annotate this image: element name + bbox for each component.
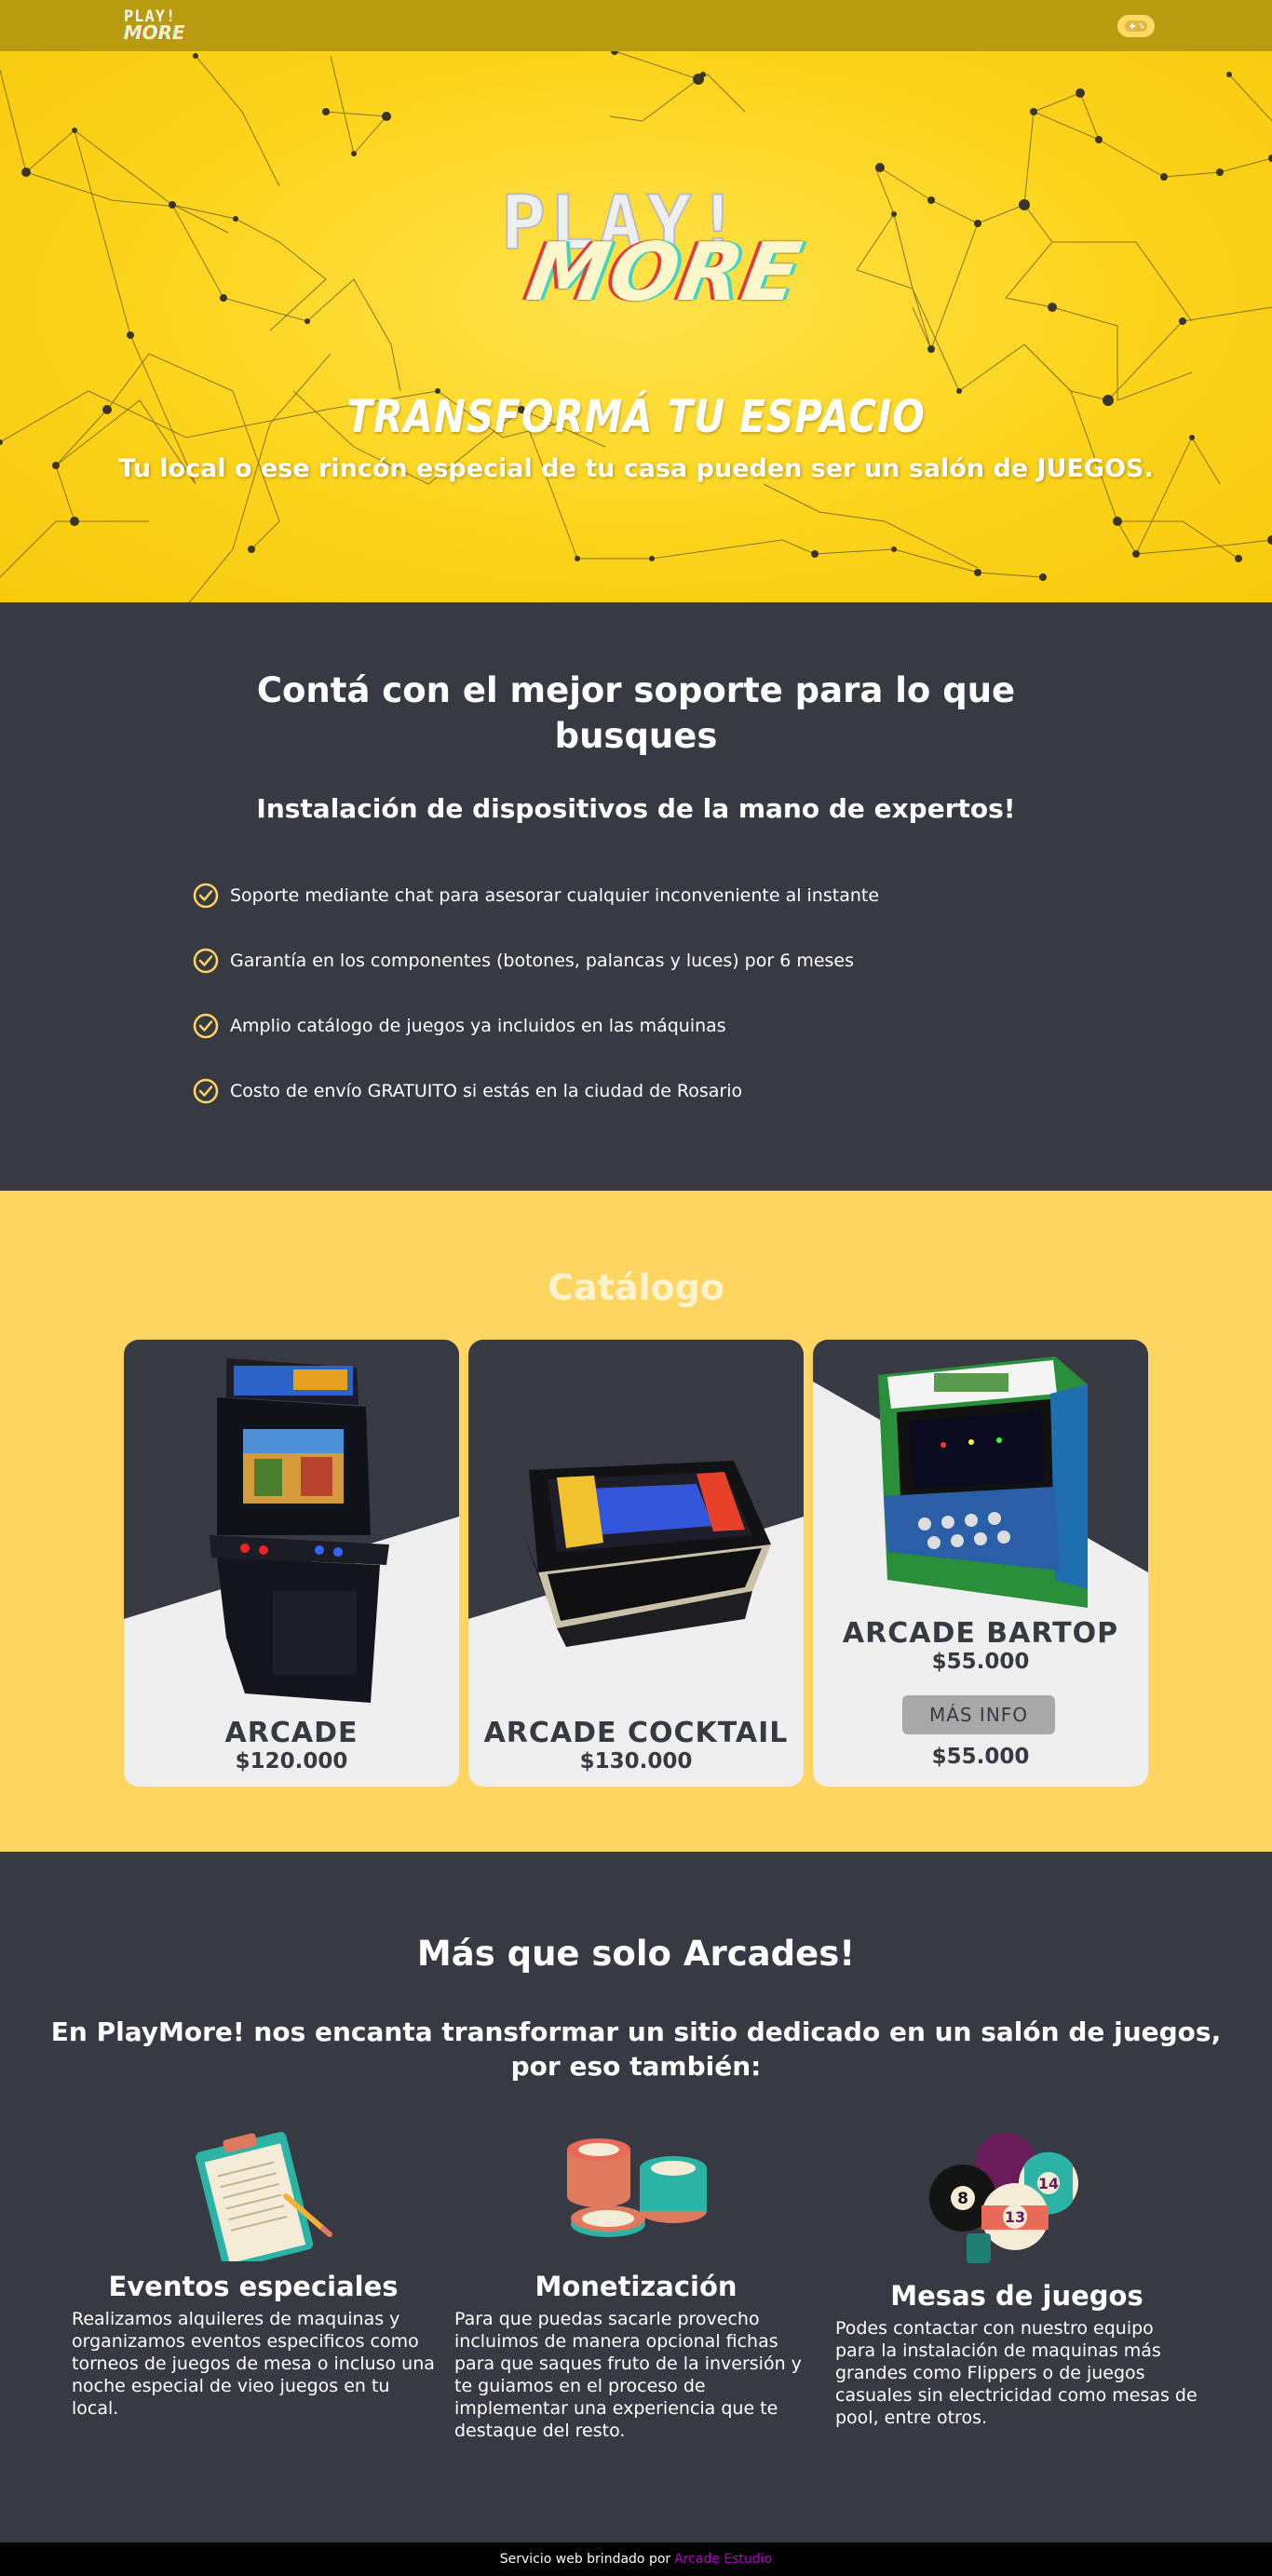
support-checklist: Soporte mediante chat para asesorar cual… bbox=[193, 882, 879, 1142]
more-subheading: En PlayMore! nos encanta transformar un … bbox=[50, 2016, 1222, 2082]
navbar: PLAY! MORE bbox=[0, 0, 1272, 51]
support-heading-line1: Contá con el mejor soporte para lo que bbox=[256, 670, 1016, 710]
feature-game-tables: 14 8 13 Mesas de juegos Podes contactar … bbox=[835, 2131, 1198, 2429]
more-heading: Más que solo Arcades! bbox=[416, 1934, 856, 1974]
hero-title: TRANSFORMÁ TU ESPACIO bbox=[346, 391, 926, 443]
footer-text: Servicio web brindado por bbox=[499, 2552, 671, 2567]
list-item: Soporte mediante chat para asesorar cual… bbox=[193, 882, 879, 910]
hero-subtitle: Tu local o ese rincón especial de tu cas… bbox=[118, 454, 1154, 483]
checklist-text: Garantía en los componentes (botones, pa… bbox=[230, 951, 855, 971]
ball-number: 13 bbox=[1005, 2208, 1025, 2226]
feature-text: Realizamos alquileres de maquinas y orga… bbox=[72, 2309, 435, 2419]
list-item: Costo de envío GRATUITO si estás en la c… bbox=[193, 1077, 879, 1105]
check-circle-icon bbox=[193, 948, 219, 974]
feature-text: Podes contactar con nuestro equipo para … bbox=[835, 2318, 1198, 2428]
feature-monetization: Monetización Para que puedas sacarle pro… bbox=[454, 2131, 818, 2442]
arcade-cabinet-image bbox=[210, 1358, 389, 1703]
arcade-cocktail-image bbox=[523, 1461, 771, 1647]
checklist-text: Amplio catálogo de juegos ya incluidos e… bbox=[230, 1016, 726, 1036]
poker-chips-icon bbox=[567, 2138, 707, 2237]
product-card-arcade[interactable]: ARCADE $120.000 bbox=[124, 1340, 459, 1787]
check-circle-icon bbox=[193, 1013, 219, 1039]
nav-logo[interactable]: PLAY! MORE bbox=[124, 9, 185, 44]
feature-title: Mesas de juegos bbox=[890, 2280, 1143, 2312]
gamepad-icon[interactable] bbox=[1117, 14, 1155, 37]
product-name: ARCADE bbox=[224, 1717, 359, 1749]
arcade-bartop-image bbox=[878, 1356, 1088, 1608]
support-section: Contá con el mejor soporte para lo que b… bbox=[0, 602, 1272, 1191]
support-subheading: Instalación de dispositivos de la mano d… bbox=[256, 793, 1016, 824]
hero-logo-more: MORE bbox=[521, 226, 809, 319]
feature-title: Eventos especiales bbox=[108, 2271, 399, 2302]
support-heading: Contá con el mejor soporte para lo que b… bbox=[0, 668, 1272, 759]
catalog-section: Catálogo ARCADE $120.000 ARCADE COCKTAIL… bbox=[0, 1191, 1272, 1852]
nav-logo-more: MORE bbox=[124, 21, 185, 44]
product-price: $120.000 bbox=[235, 1749, 348, 1774]
check-circle-icon bbox=[193, 1078, 219, 1104]
checklist-text: Costo de envío GRATUITO si estás en la c… bbox=[230, 1081, 743, 1101]
hero-logo: PLAY! MORE bbox=[500, 185, 808, 326]
list-item: Amplio catálogo de juegos ya incluidos e… bbox=[193, 1012, 879, 1040]
support-heading-line2: busques bbox=[554, 716, 718, 756]
list-item: Garantía en los componentes (botones, pa… bbox=[193, 947, 879, 975]
billiard-balls-icon: 14 8 13 bbox=[929, 2133, 1078, 2263]
product-card-arcade-bartop[interactable]: ARCADE BARTOP $55.000 MÁS INFO $55.000 bbox=[813, 1340, 1148, 1787]
product-price: $55.000 bbox=[931, 1650, 1030, 1674]
ball-number: 14 bbox=[1038, 2175, 1059, 2192]
clipboard-icon bbox=[196, 2131, 332, 2261]
product-name: ARCADE BARTOP bbox=[842, 1617, 1119, 1650]
feature-text: Para que puedas sacarle provecho incluim… bbox=[454, 2309, 802, 2441]
catalog-heading: Catálogo bbox=[548, 1267, 724, 1308]
hero-section: PLAY! MORE TRANSFORMÁ TU ESPACIO Tu loca… bbox=[0, 0, 1272, 602]
check-circle-icon bbox=[193, 883, 219, 909]
product-name: ARCADE COCKTAIL bbox=[483, 1717, 789, 1749]
feature-title: Monetización bbox=[535, 2271, 737, 2302]
product-price-bottom: $55.000 bbox=[931, 1745, 1030, 1769]
more-section: Más que solo Arcades! En PlayMore! nos e… bbox=[0, 1852, 1272, 2542]
more-info-button[interactable]: MÁS INFO bbox=[902, 1695, 1055, 1734]
checklist-text: Soporte mediante chat para asesorar cual… bbox=[230, 885, 880, 906]
footer: Servicio web brindado por Arcade Estudio bbox=[0, 2542, 1272, 2576]
product-card-arcade-cocktail[interactable]: ARCADE COCKTAIL $130.000 bbox=[468, 1340, 804, 1787]
catalog-cards: ARCADE $120.000 ARCADE COCKTAIL $130.000 bbox=[124, 1340, 1148, 1787]
ball-number: 8 bbox=[957, 2190, 968, 2208]
feature-events: Eventos especiales Realizamos alquileres… bbox=[72, 2131, 435, 2420]
footer-link[interactable]: Arcade Estudio bbox=[674, 2552, 772, 2567]
product-price: $130.000 bbox=[579, 1749, 693, 1774]
